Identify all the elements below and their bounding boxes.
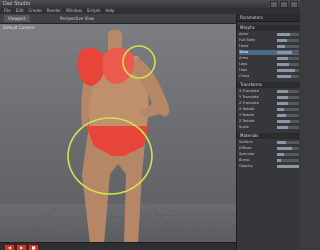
parameter-slider[interactable] bbox=[277, 75, 299, 78]
playback-play-button[interactable]: ▶ bbox=[16, 244, 27, 250]
parameter-group-header[interactable]: Materials bbox=[237, 133, 300, 139]
parameter-slider-fill bbox=[277, 45, 285, 48]
parameter-slider[interactable] bbox=[277, 69, 299, 72]
maximize-button[interactable] bbox=[280, 1, 288, 8]
parameter-slider-fill bbox=[277, 57, 288, 60]
parameter-slider[interactable] bbox=[277, 120, 299, 123]
parameter-slider-fill bbox=[277, 165, 299, 168]
parameter-label: Y Rotate bbox=[239, 113, 255, 117]
parameter-slider-fill bbox=[277, 108, 284, 111]
parameter-slider[interactable] bbox=[277, 159, 299, 162]
parameter-slider-fill bbox=[277, 126, 288, 129]
parameter-group-header[interactable]: Morphs bbox=[237, 25, 300, 31]
parameter-row[interactable]: Actor bbox=[239, 32, 299, 37]
parameter-groups: Morphs Actor Full Body Head Torso Arms Legs Hip… bbox=[237, 25, 300, 169]
parameter-label: Z Translate bbox=[239, 101, 259, 105]
parameter-slider[interactable] bbox=[277, 96, 299, 99]
parameter-slider[interactable] bbox=[277, 33, 299, 36]
parameter-row[interactable]: Scale bbox=[239, 125, 299, 130]
parameter-slider[interactable] bbox=[277, 165, 299, 168]
parameter-slider[interactable] bbox=[277, 39, 299, 42]
parameter-slider[interactable] bbox=[277, 51, 299, 54]
parameter-slider-fill bbox=[277, 39, 287, 42]
parameter-slider-fill bbox=[277, 147, 293, 150]
parameter-slider-fill bbox=[277, 120, 291, 123]
parameter-slider[interactable] bbox=[277, 63, 299, 66]
parameter-label: Torso bbox=[239, 50, 249, 54]
parameter-slider[interactable] bbox=[277, 57, 299, 60]
parameter-label: Actor bbox=[239, 32, 249, 36]
parameter-group-header[interactable]: Transforms bbox=[237, 82, 300, 88]
parameter-row[interactable]: Full Body bbox=[239, 38, 299, 43]
parameter-label: Z Rotate bbox=[239, 119, 255, 123]
parameter-slider-fill bbox=[277, 33, 291, 36]
parameter-label: Specular bbox=[239, 152, 255, 156]
parameter-row[interactable]: Y Translate bbox=[239, 95, 299, 100]
parameter-row[interactable]: Arms bbox=[239, 56, 299, 61]
app-title: Daz Studio bbox=[3, 1, 31, 7]
parameter-slider-fill bbox=[277, 90, 288, 93]
parameter-slider-fill bbox=[277, 96, 288, 99]
parameter-slider-fill bbox=[277, 114, 286, 117]
parameter-row[interactable]: Legs bbox=[239, 62, 299, 67]
parameter-row[interactable]: Diffuse bbox=[239, 146, 299, 151]
parameter-slider-fill bbox=[277, 159, 282, 162]
playback-stop-button[interactable]: ■ bbox=[28, 244, 39, 250]
parameter-label: Diffuse bbox=[239, 146, 252, 150]
parameters-panel: Parameters Morphs Actor Full Body Head Torso… bbox=[236, 14, 300, 250]
parameter-slider[interactable] bbox=[277, 90, 299, 93]
parameter-row[interactable]: X Rotate bbox=[239, 107, 299, 112]
parameter-label: Bump bbox=[239, 158, 250, 162]
parameter-label: Legs bbox=[239, 62, 248, 66]
parameter-slider-fill bbox=[277, 51, 293, 54]
parameter-row[interactable]: Surface bbox=[239, 140, 299, 145]
parameters-header: Parameters bbox=[237, 14, 300, 22]
parameter-slider-fill bbox=[277, 63, 290, 66]
parameter-row[interactable]: Specular bbox=[239, 152, 299, 157]
parameter-slider-fill bbox=[277, 75, 292, 78]
parameter-row[interactable]: Z Translate bbox=[239, 101, 299, 106]
parameter-slider-fill bbox=[277, 141, 286, 144]
parameter-row[interactable]: Z Rotate bbox=[239, 119, 299, 124]
parameter-slider[interactable] bbox=[277, 108, 299, 111]
close-button[interactable] bbox=[290, 1, 298, 8]
parameter-row[interactable]: Torso bbox=[239, 50, 299, 55]
parameter-slider[interactable] bbox=[277, 114, 299, 117]
parameter-slider-fill bbox=[277, 153, 284, 156]
parameter-slider[interactable] bbox=[277, 141, 299, 144]
parameter-label: Scale bbox=[239, 125, 249, 129]
figure-render[interactable] bbox=[0, 14, 236, 250]
parameter-label: Chest bbox=[239, 74, 250, 78]
app-window: Daz Studio File Edit Create Render Windo… bbox=[0, 0, 300, 250]
parameter-row[interactable]: Bump bbox=[239, 158, 299, 163]
parameter-slider[interactable] bbox=[277, 126, 299, 129]
parameter-slider-fill bbox=[277, 102, 288, 105]
parameter-label: Arms bbox=[239, 56, 249, 60]
parameter-label: X Rotate bbox=[239, 107, 255, 111]
window-controls bbox=[270, 1, 298, 8]
parameter-row[interactable]: Opacity bbox=[239, 164, 299, 169]
viewport-controls: ◀ ▶ ■ bbox=[0, 242, 236, 250]
minimize-button[interactable] bbox=[270, 1, 278, 8]
parameter-row[interactable]: Hips bbox=[239, 68, 299, 73]
parameter-label: Opacity bbox=[239, 164, 253, 168]
parameter-slider[interactable] bbox=[277, 147, 299, 150]
parameter-label: Head bbox=[239, 44, 249, 48]
playback-back-button[interactable]: ◀ bbox=[4, 244, 15, 250]
parameter-label: Full Body bbox=[239, 38, 256, 42]
parameter-row[interactable]: X Translate bbox=[239, 89, 299, 94]
parameter-slider[interactable] bbox=[277, 102, 299, 105]
parameter-row[interactable]: Y Rotate bbox=[239, 113, 299, 118]
parameter-slider[interactable] bbox=[277, 45, 299, 48]
parameter-label: Y Translate bbox=[239, 95, 259, 99]
parameter-row[interactable]: Head bbox=[239, 44, 299, 49]
3d-viewport[interactable]: Viewport Perspective View Default Camera bbox=[0, 14, 236, 250]
parameter-label: X Translate bbox=[239, 89, 259, 93]
parameter-slider[interactable] bbox=[277, 153, 299, 156]
parameter-label: Hips bbox=[239, 68, 247, 72]
parameter-row[interactable]: Chest bbox=[239, 74, 299, 79]
parameter-slider-fill bbox=[277, 69, 295, 72]
parameter-label: Surface bbox=[239, 140, 253, 144]
